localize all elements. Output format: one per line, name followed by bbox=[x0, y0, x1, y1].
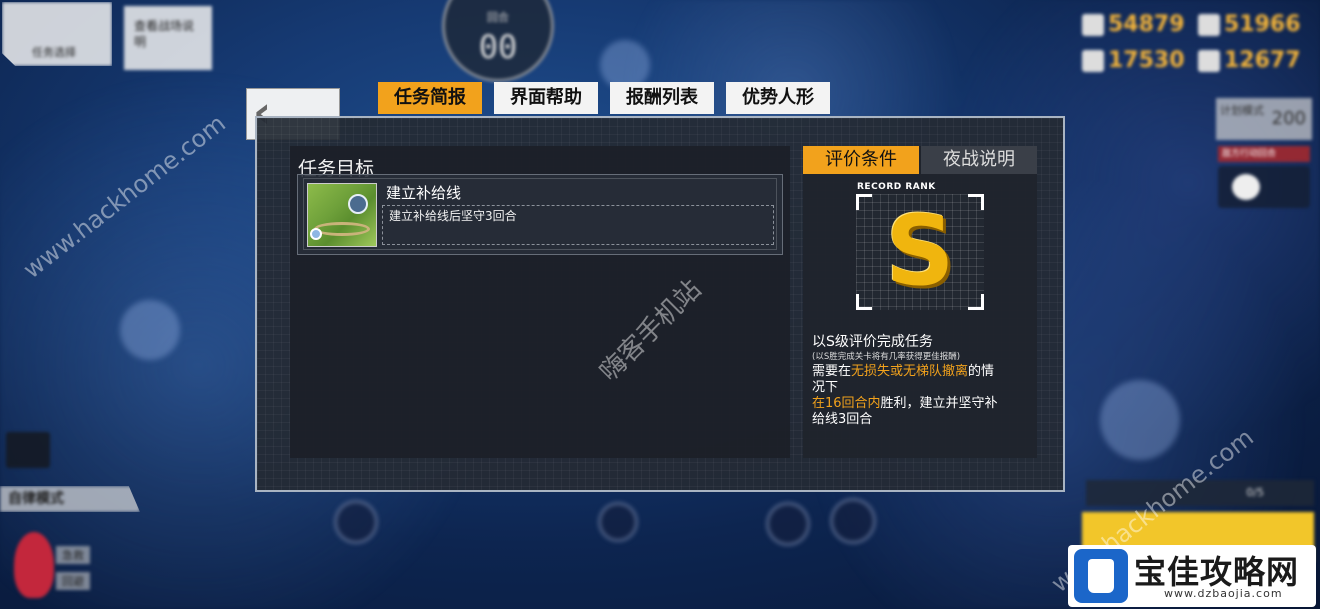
resource-value: 54879 bbox=[1108, 12, 1185, 37]
tab-reward-list[interactable]: 报酬列表 bbox=[610, 82, 714, 114]
enemy-turn-label: 敌方行动回合 bbox=[1218, 146, 1310, 162]
bottom-status-value: 0/5 bbox=[1246, 486, 1264, 499]
indicator-row: 急救 bbox=[56, 546, 90, 564]
turn-label: 回合 bbox=[487, 11, 509, 24]
tab-interface-help[interactable]: 界面帮助 bbox=[494, 82, 598, 114]
resource-value: 51966 bbox=[1224, 12, 1301, 37]
rank-display: S bbox=[856, 194, 984, 310]
thumb-shape bbox=[1088, 559, 1114, 593]
command-post-icon bbox=[348, 194, 368, 214]
resource-bar: 54879 51966 17530 12677 bbox=[1082, 12, 1308, 80]
mission-select-label: 任务选择 bbox=[32, 46, 76, 59]
resource-ammo: 51966 bbox=[1198, 12, 1301, 37]
objective-description: 建立补给线后坚守3回合 bbox=[389, 209, 517, 223]
objective-map-thumbnail bbox=[307, 183, 377, 247]
map-node bbox=[766, 502, 810, 546]
auto-mode-button[interactable]: 自律模式 bbox=[0, 486, 140, 512]
highlight-text: 无损失或无梯队撤离 bbox=[851, 364, 969, 379]
evaluation-line-3: 在16回合内胜利，建立并坚守补 bbox=[812, 396, 998, 412]
plan-mode-label: 计划模式 bbox=[1220, 104, 1264, 117]
indicator-row: 回避 bbox=[56, 572, 90, 590]
tab-evaluation-conditions[interactable]: 评价条件 bbox=[803, 146, 919, 174]
resource-value: 17530 bbox=[1108, 48, 1185, 73]
road-shape bbox=[314, 222, 370, 236]
auto-toggle[interactable] bbox=[1218, 166, 1310, 208]
tab-night-battle-info[interactable]: 夜战说明 bbox=[921, 146, 1037, 174]
resource-manpower: 54879 bbox=[1082, 12, 1185, 37]
brand-logo: 宝佳攻略网 www.dzbaojia.com bbox=[1068, 545, 1316, 607]
eye-icon[interactable] bbox=[6, 432, 50, 468]
plan-mode-value: 200 bbox=[1271, 108, 1306, 129]
manpower-icon bbox=[1082, 13, 1104, 36]
evaluation-line-2: 况下 bbox=[812, 380, 839, 395]
rank-letter: S bbox=[885, 195, 955, 307]
ammo-icon bbox=[1198, 13, 1220, 36]
map-node bbox=[830, 498, 876, 544]
thumbs-up-icon bbox=[1074, 549, 1128, 603]
parts-icon bbox=[1198, 49, 1220, 72]
objective-name: 建立补给线 bbox=[386, 184, 462, 202]
text: 胜利，建立并坚守补 bbox=[880, 396, 998, 411]
turn-value: 00 bbox=[478, 28, 518, 66]
battlefield-info-label: 查看战场说明 bbox=[134, 19, 195, 49]
map-node bbox=[598, 502, 638, 542]
ration-icon bbox=[1082, 49, 1104, 72]
evaluation-note: (以S胜完成关卡将有几率获得更佳报酬) bbox=[812, 352, 961, 362]
text: 的情 bbox=[968, 364, 995, 379]
flame-icon bbox=[14, 532, 54, 598]
heliport-icon bbox=[310, 228, 322, 240]
status-indicator: 急救 回避 bbox=[10, 532, 140, 602]
map-node bbox=[334, 500, 378, 544]
resource-value: 12677 bbox=[1224, 48, 1301, 73]
mission-select-button[interactable]: 任务选择 bbox=[2, 2, 112, 66]
evaluation-line-1: 需要在无损失或无梯队撤离的情 bbox=[812, 364, 994, 380]
map-light bbox=[120, 300, 180, 360]
battlefield-info-button[interactable]: 查看战场说明 bbox=[124, 6, 212, 70]
tab-advantage-dolls[interactable]: 优势人形 bbox=[726, 82, 830, 114]
evaluation-title: 以S级评价完成任务 bbox=[812, 334, 933, 350]
evaluation-line-4: 给线3回合 bbox=[812, 412, 873, 427]
resource-ration: 17530 bbox=[1082, 48, 1185, 73]
resource-parts: 12677 bbox=[1198, 48, 1301, 73]
record-rank-label: RECORD RANK bbox=[857, 182, 936, 192]
map-light bbox=[1100, 380, 1180, 460]
text: 需要在 bbox=[812, 364, 852, 379]
brand-url: www.dzbaojia.com bbox=[1164, 587, 1283, 600]
highlight-text: 在16回合内 bbox=[812, 396, 881, 411]
plan-mode-widget[interactable]: 计划模式 200 bbox=[1216, 98, 1312, 140]
tab-mission-brief[interactable]: 任务简报 bbox=[378, 82, 482, 114]
